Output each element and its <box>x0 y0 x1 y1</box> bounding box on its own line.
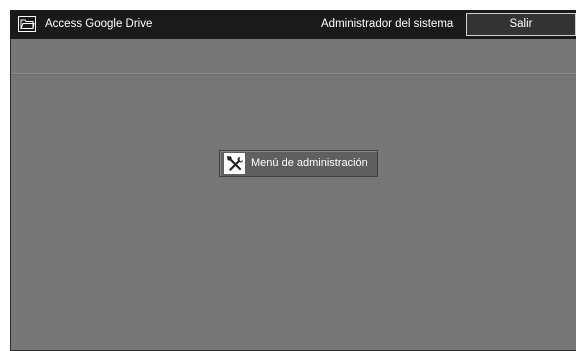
app-title: Access Google Drive <box>45 18 153 30</box>
user-label: Administrador del sistema <box>321 18 454 30</box>
screen: Access Google Drive Administrador del si… <box>0 0 576 351</box>
panel-divider <box>11 73 576 75</box>
admin-menu-button[interactable]: Menú de administración <box>219 150 378 177</box>
title-bar: Access Google Drive Administrador del si… <box>10 10 576 39</box>
admin-menu-label: Menú de administración <box>251 157 368 169</box>
main-panel: Menú de administración <box>10 39 576 351</box>
tools-icon <box>224 153 245 174</box>
exit-button[interactable]: Salir <box>466 13 576 36</box>
folder-icon <box>18 16 36 32</box>
